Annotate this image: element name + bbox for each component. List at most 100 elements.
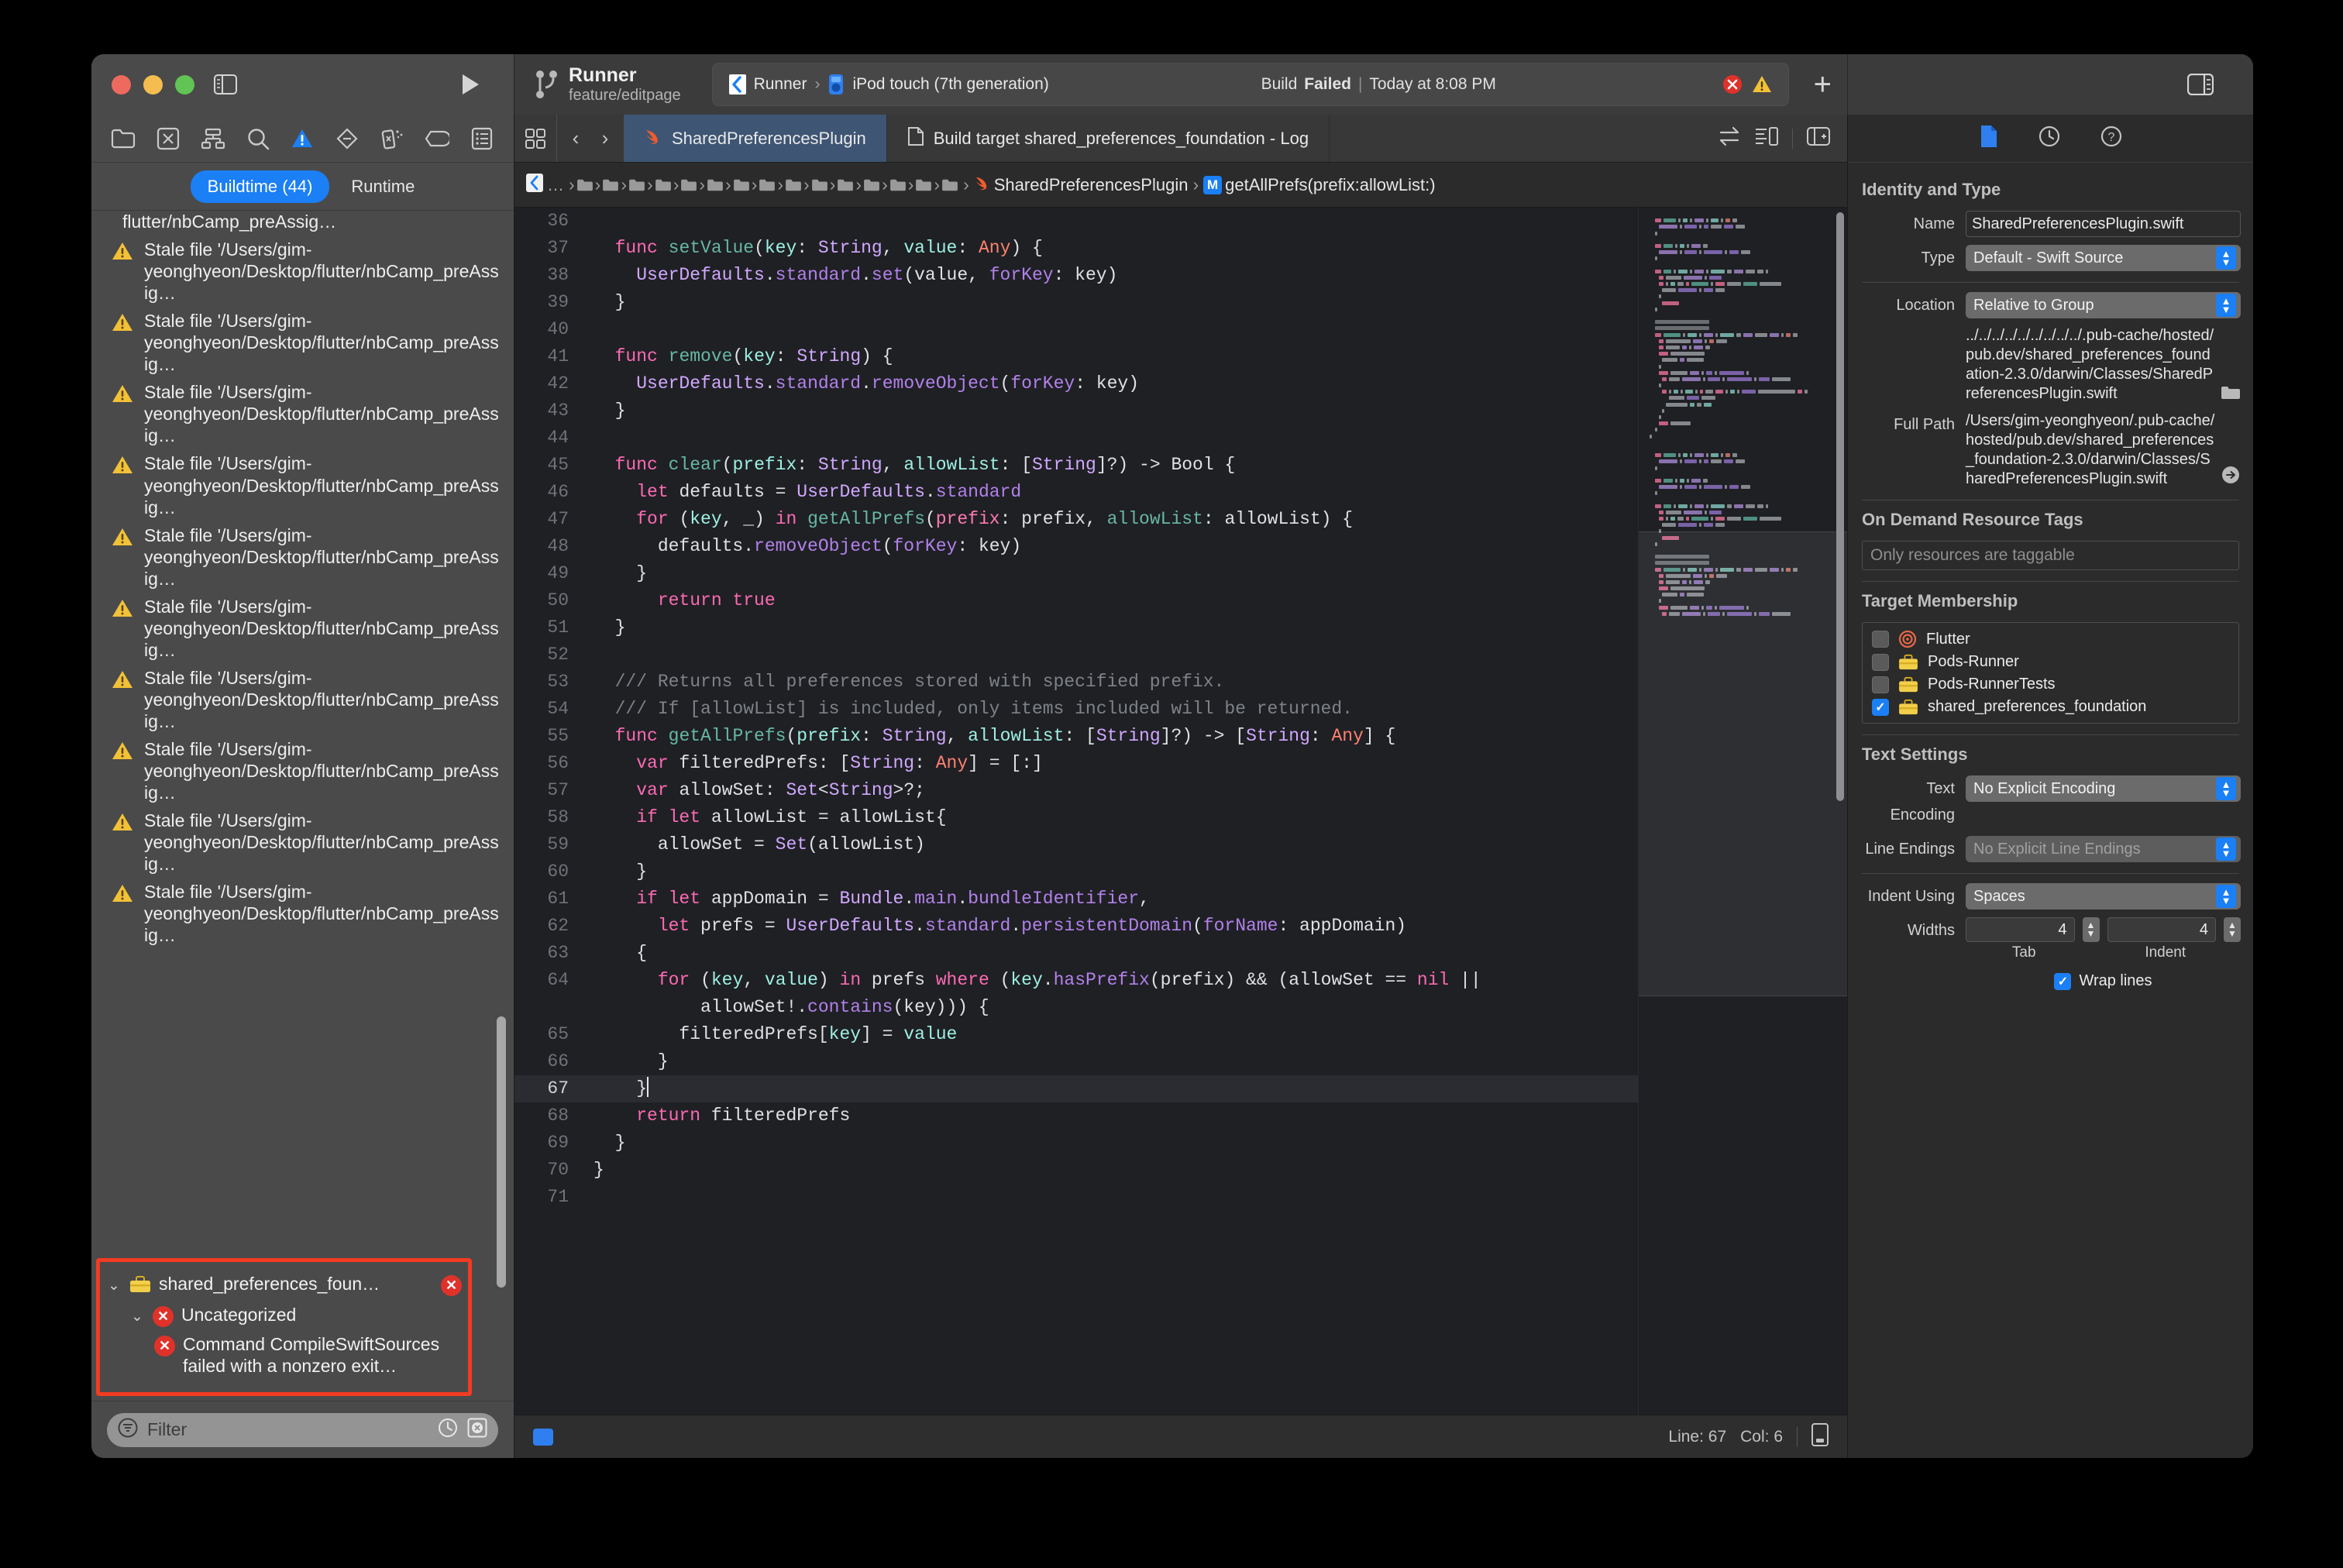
code-review-icon[interactable] (1718, 126, 1741, 150)
code-line[interactable]: 39 } (514, 289, 1638, 316)
breadcrumb[interactable]: … › › › › › › › › › › › › › › › › SharedPreferencesPlu… (514, 163, 1847, 208)
breadcrumb-symbol[interactable]: getAllPrefs(prefix:allowList:) (1225, 175, 1435, 195)
issue-list-item[interactable]: Stale file '/Users/gim-yeonghyeon/Deskto… (91, 593, 514, 664)
issue-list-item[interactable]: Stale file '/Users/gim-yeonghyeon/Deskto… (91, 378, 514, 449)
code-line[interactable]: 65 filteredPrefs[key] = value (514, 1021, 1638, 1048)
issue-badges[interactable] (1722, 74, 1772, 95)
zoom-window-button[interactable] (175, 74, 194, 95)
code-line[interactable]: 64 for (key, value) in prefs where (key.… (514, 967, 1638, 994)
editor-tab-build-log[interactable]: Build target shared_preferences_foundati… (887, 115, 1330, 162)
code-line[interactable]: 44 (514, 425, 1638, 452)
code-line[interactable]: 51 } (514, 614, 1638, 641)
code-line[interactable]: 59 allowSet = Set(allowList) (514, 831, 1638, 858)
error-count-badge[interactable] (1722, 74, 1743, 95)
editor-history-nav[interactable]: ‹ › (556, 115, 624, 162)
code-line[interactable]: 62 let prefs = UserDefaults.standard.per… (514, 913, 1638, 940)
tab-width-field[interactable]: 4 (1966, 917, 2075, 942)
issue-list-item[interactable]: flutter/nbCamp_preAssig… (91, 211, 514, 236)
code-line[interactable]: 45 func clear(prefix: String, allowList:… (514, 452, 1638, 479)
target-checkbox[interactable]: ✓ (1872, 698, 1889, 716)
indent-using-popup[interactable]: Spaces ▲ ▼ (1966, 883, 2241, 910)
error-issue-row[interactable]: ✕ Command CompileSwiftSources failed wit… (106, 1330, 462, 1380)
breadcrumb-folder[interactable] (655, 178, 672, 192)
code-line[interactable]: 43 } (514, 397, 1638, 425)
minimize-window-button[interactable] (143, 74, 163, 95)
breadcrumb-folder[interactable] (759, 178, 776, 192)
chevron-down-icon[interactable]: ⌄ (129, 1308, 145, 1326)
filter-input[interactable]: Filter (147, 1419, 187, 1440)
issue-list-item[interactable]: Stale file '/Users/gim-yeonghyeon/Deskto… (91, 236, 514, 307)
target-membership-row[interactable]: Flutter (1869, 628, 2232, 651)
warning-count-badge[interactable] (1752, 74, 1772, 95)
type-popup[interactable]: Default - Swift Source ▲ ▼ (1966, 245, 2241, 271)
code-line[interactable]: 69 } (514, 1130, 1638, 1157)
minimap-scrollbar[interactable] (1836, 212, 1844, 801)
issue-list-item[interactable]: Stale file '/Users/gim-yeonghyeon/Deskto… (91, 307, 514, 378)
issue-list-item[interactable]: Stale file '/Users/gim-yeonghyeon/Deskto… (91, 878, 514, 949)
text-encoding-popup[interactable]: No Explicit Encoding ▲ ▼ (1966, 775, 2241, 802)
code-line[interactable]: 53 /// Returns all preferences stored wi… (514, 669, 1638, 696)
add-button[interactable]: + (1814, 69, 1832, 100)
source-code-area[interactable]: 36 37 func setValue(key: String, value: A… (514, 208, 1638, 1415)
breadcrumb-folder[interactable] (602, 178, 619, 192)
find-navigator-icon[interactable] (243, 123, 274, 154)
issue-list-item[interactable]: Stale file '/Users/gim-yeonghyeon/Deskto… (91, 735, 514, 806)
issue-navigator-icon[interactable] (287, 123, 318, 154)
indent-width-field[interactable]: 4 (2107, 917, 2216, 942)
back-button[interactable]: ‹ (562, 115, 590, 163)
breadcrumb-folder[interactable] (785, 178, 802, 192)
target-checkbox[interactable] (1872, 653, 1889, 671)
scope-runtime-button[interactable]: Runtime (351, 177, 415, 197)
code-line[interactable]: 37 func setValue(key: String, value: Any… (514, 235, 1638, 262)
arrow-right-circle-icon[interactable] (2221, 465, 2241, 489)
sidebar-left-icon[interactable] (208, 67, 243, 101)
breadcrumb-folder[interactable] (811, 178, 828, 192)
editor-tab-actions[interactable] (1718, 115, 1847, 162)
code-line[interactable]: 52 (514, 641, 1638, 669)
run-destination[interactable]: Runner › iPod touch (7th generation) (728, 74, 1049, 95)
report-navigator-icon[interactable] (466, 123, 497, 154)
target-membership-row[interactable]: Pods-RunnerTests (1869, 673, 2232, 696)
quick-help-inspector-icon[interactable]: ? (2100, 126, 2122, 151)
code-line[interactable]: 41 func remove(key: String) { (514, 343, 1638, 370)
project-navigator-icon[interactable] (108, 123, 139, 154)
code-line[interactable]: 66 } (514, 1048, 1638, 1075)
code-line[interactable]: 48 defaults.removeObject(forKey: key) (514, 533, 1638, 560)
code-line[interactable]: 49 } (514, 560, 1638, 587)
scope-buildtime-button[interactable]: Buildtime (44) (190, 170, 330, 203)
breadcrumb-ellipsis[interactable]: … (547, 175, 564, 195)
test-navigator-icon[interactable] (332, 123, 363, 154)
target-membership-row[interactable]: Pods-Runner (1869, 651, 2232, 673)
folder-icon[interactable] (2221, 384, 2241, 404)
clock-icon[interactable] (438, 1418, 458, 1442)
code-line[interactable]: 56 var filteredPrefs: [String: Any] = [:… (514, 750, 1638, 777)
breadcrumb-folder[interactable] (576, 178, 593, 192)
code-line[interactable]: 58 if let allowList = allowList{ (514, 804, 1638, 831)
filter-field[interactable]: Filter (107, 1412, 498, 1447)
editor-options-icon[interactable] (514, 115, 556, 162)
navigator-selector-bar[interactable] (91, 115, 514, 163)
inspector-tab-bar[interactable]: ? (1848, 115, 2253, 163)
breadcrumb-folder[interactable] (628, 178, 645, 192)
issue-list[interactable]: flutter/nbCamp_preAssig… Stale file '/Use… (91, 211, 514, 1401)
forward-button[interactable]: › (591, 115, 619, 163)
source-control-navigator-icon[interactable] (153, 123, 184, 154)
breadcrumb-folder[interactable] (707, 178, 724, 192)
breadcrumb-folder[interactable] (941, 178, 958, 192)
symbol-navigator-icon[interactable] (198, 123, 229, 154)
sidebar-right-icon[interactable] (2183, 67, 2217, 101)
code-line[interactable]: 47 for (key, _) in getAllPrefs(prefix: p… (514, 506, 1638, 533)
add-editor-icon[interactable] (1807, 126, 1830, 150)
code-line[interactable]: 42 UserDefaults.standard.removeObject(fo… (514, 370, 1638, 397)
project-icon[interactable] (525, 173, 544, 197)
code-line[interactable]: 46 let defaults = UserDefaults.standard (514, 479, 1638, 506)
odr-tags-field[interactable]: Only resources are taggable (1862, 541, 2239, 570)
code-line[interactable]: 55 func getAllPrefs(prefix: String, allo… (514, 723, 1638, 750)
code-line[interactable]: 50 return true (514, 587, 1638, 614)
issue-scope-selector[interactable]: Buildtime (44) Runtime (91, 163, 514, 211)
code-line[interactable]: 67 } (514, 1075, 1638, 1102)
debug-navigator-icon[interactable] (377, 123, 408, 154)
wrap-lines-row[interactable]: ✓ Wrap lines (1966, 972, 2241, 990)
activity-view[interactable]: Runner › iPod touch (7th generation) Bui… (711, 63, 1789, 106)
error-group-target-row[interactable]: ⌄ shared_preferences_foun… ✕ (106, 1270, 462, 1301)
